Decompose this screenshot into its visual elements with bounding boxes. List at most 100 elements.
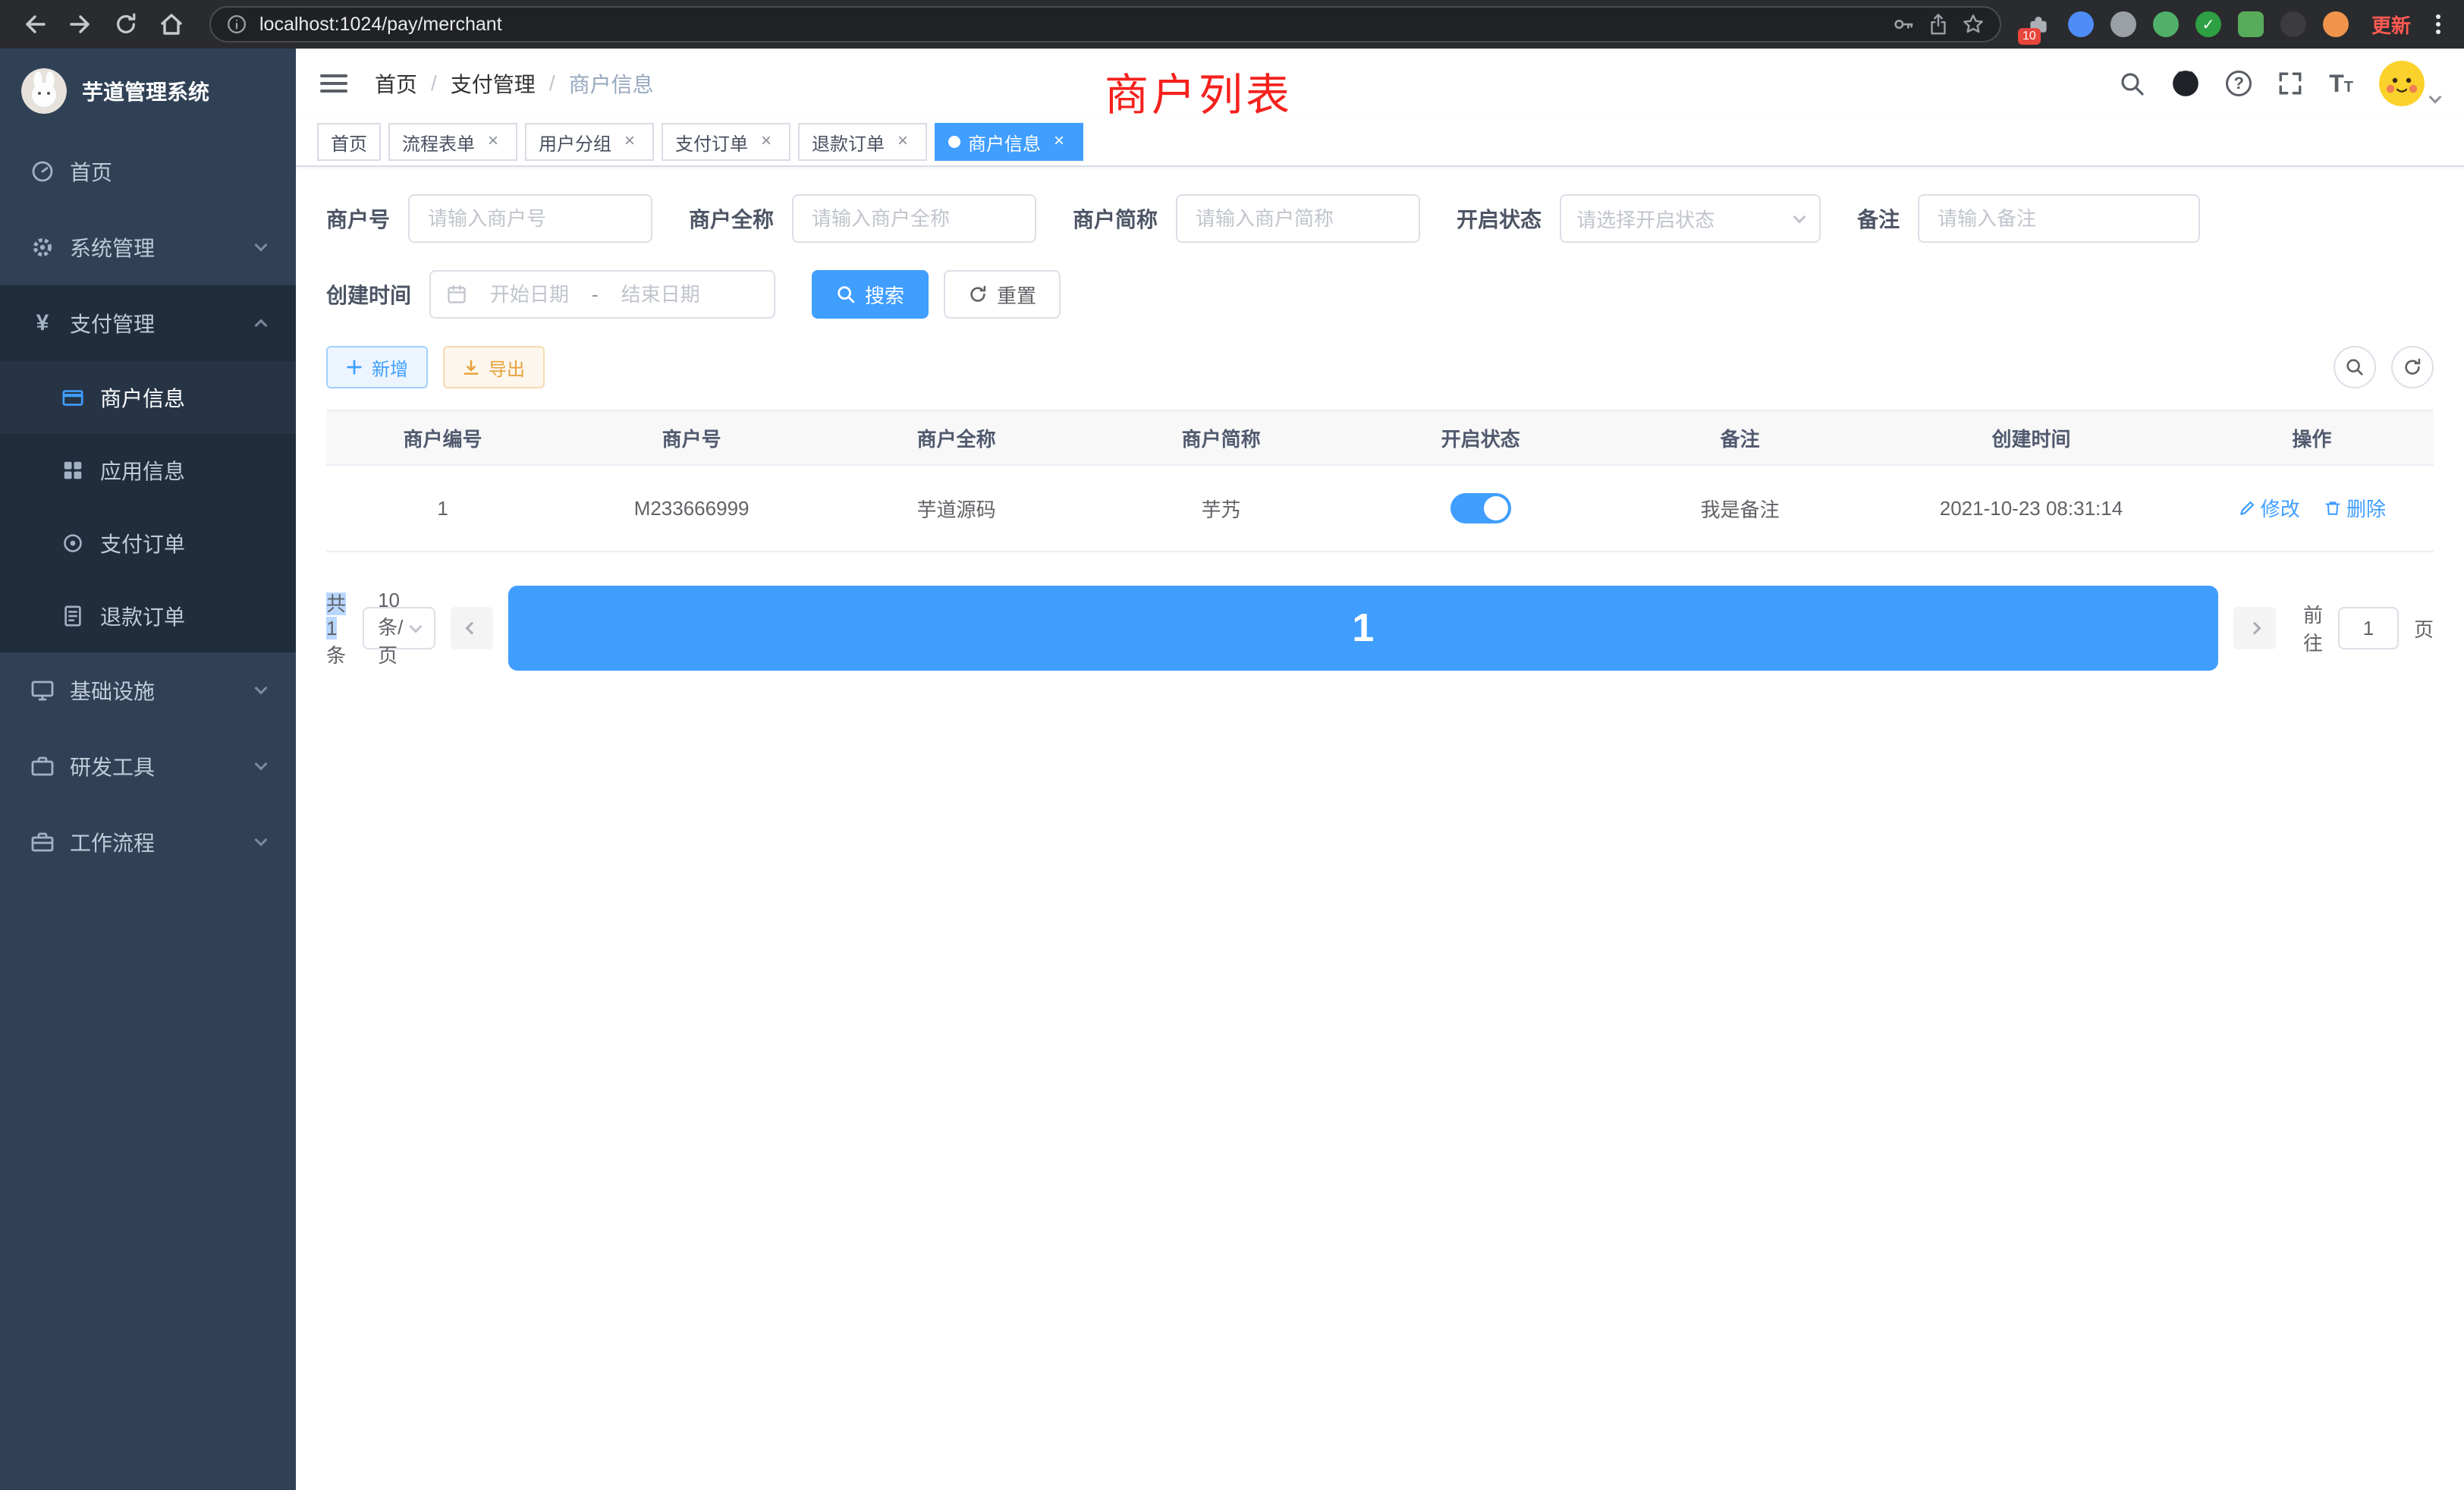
tag-user-group[interactable]: 用户分组 × bbox=[525, 123, 654, 161]
refresh-table-button[interactable] bbox=[2391, 346, 2434, 388]
sidebar: 芋道管理系统 首页 系统管理 ¥ 支付管理 商户信息 bbox=[0, 49, 296, 1490]
close-icon[interactable]: × bbox=[482, 131, 504, 152]
close-icon[interactable]: × bbox=[756, 131, 777, 152]
field-label: 开启状态 bbox=[1457, 203, 1542, 234]
status-select[interactable]: 请选择开启状态 bbox=[1560, 194, 1821, 243]
tag-home[interactable]: 首页 bbox=[317, 123, 381, 161]
extension-icon-dark[interactable] bbox=[2280, 11, 2306, 37]
extensions-puzzle-icon[interactable]: 10 bbox=[2026, 11, 2051, 37]
merchant-no-input[interactable] bbox=[408, 194, 652, 243]
toolbox-icon bbox=[30, 754, 55, 778]
column-header: 商户编号 bbox=[326, 410, 559, 465]
breadcrumb-home[interactable]: 首页 bbox=[375, 68, 417, 99]
close-icon[interactable]: × bbox=[892, 131, 913, 152]
back-button[interactable] bbox=[15, 5, 55, 44]
yen-icon: ¥ bbox=[30, 310, 55, 336]
filter-row-2: 创建时间 - 搜索 重置 bbox=[326, 270, 2434, 319]
sidebar-item-app-info[interactable]: 应用信息 bbox=[0, 434, 296, 507]
table-header-row: 商户编号 商户号 商户全称 商户简称 开启状态 备注 创建时间 操作 bbox=[326, 410, 2434, 465]
button-label: 搜索 bbox=[865, 281, 904, 309]
extension-icon-gray[interactable] bbox=[2110, 11, 2136, 37]
date-range-picker[interactable]: - bbox=[429, 270, 775, 319]
next-page-button[interactable] bbox=[2233, 607, 2276, 649]
reload-icon bbox=[113, 11, 139, 37]
end-date-input[interactable] bbox=[605, 283, 717, 306]
sidebar-item-dev-tools[interactable]: 研发工具 bbox=[0, 728, 296, 804]
short-name-input[interactable] bbox=[1176, 194, 1420, 243]
sidebar-item-system[interactable]: 系统管理 bbox=[0, 209, 296, 285]
collapse-sidebar-icon[interactable] bbox=[320, 74, 347, 93]
chevron-down-icon bbox=[255, 834, 268, 847]
chevron-down-icon bbox=[255, 239, 268, 252]
user-avatar[interactable] bbox=[2379, 61, 2440, 106]
start-date-input[interactable] bbox=[473, 283, 586, 306]
bookmark-star-icon[interactable] bbox=[1962, 13, 1985, 36]
gear-icon bbox=[30, 235, 55, 259]
close-icon[interactable]: × bbox=[1048, 131, 1070, 152]
search-button[interactable]: 搜索 bbox=[812, 270, 929, 319]
extension-icon-check[interactable]: ✓ bbox=[2195, 11, 2221, 37]
app-logo: 芋道管理系统 bbox=[0, 49, 296, 134]
refresh-icon bbox=[2403, 357, 2422, 377]
tag-merchant-info[interactable]: 商户信息 × bbox=[935, 123, 1083, 161]
forward-button[interactable] bbox=[61, 5, 100, 44]
chevron-left-icon bbox=[465, 622, 478, 635]
add-button[interactable]: 新增 bbox=[326, 346, 428, 388]
reset-button[interactable]: 重置 bbox=[944, 270, 1061, 319]
column-header: 商户全称 bbox=[824, 410, 1089, 465]
extension-icon-orange[interactable] bbox=[2323, 11, 2349, 37]
tag-pay-order[interactable]: 支付订单 × bbox=[662, 123, 790, 161]
cell-short-name: 芋艿 bbox=[1089, 465, 1353, 552]
download-icon bbox=[463, 359, 479, 376]
help-icon[interactable]: ? bbox=[2226, 71, 2252, 96]
breadcrumb-separator: / bbox=[549, 71, 555, 96]
total-tail: 条 bbox=[326, 644, 346, 667]
sidebar-item-pay-order[interactable]: 支付订单 bbox=[0, 507, 296, 580]
prev-page-button[interactable] bbox=[451, 607, 493, 649]
page-number-button[interactable]: 1 bbox=[508, 586, 2218, 671]
sidebar-item-workflow[interactable]: 工作流程 bbox=[0, 804, 296, 880]
chevron-right-icon bbox=[2248, 622, 2261, 635]
sidebar-item-infra[interactable]: 基础设施 bbox=[0, 652, 296, 728]
address-bar[interactable]: localhost:1024/pay/merchant bbox=[209, 6, 2001, 42]
extension-icon-blue[interactable] bbox=[2068, 11, 2094, 37]
remark-input[interactable] bbox=[1918, 194, 2200, 243]
extension-icon-green-square[interactable] bbox=[2238, 11, 2264, 37]
total-highlight: 共 1 bbox=[326, 593, 346, 640]
extension-icon-green[interactable] bbox=[2153, 11, 2179, 37]
delete-button[interactable]: 删除 bbox=[2324, 494, 2386, 522]
goto-page-input[interactable] bbox=[2338, 607, 2399, 649]
caret-down-icon bbox=[2429, 91, 2442, 104]
breadcrumb-payment[interactable]: 支付管理 bbox=[451, 68, 536, 99]
password-key-icon[interactable] bbox=[1892, 13, 1915, 36]
sidebar-item-merchant-info[interactable]: 商户信息 bbox=[0, 361, 296, 434]
chrome-update-button[interactable]: 更新 bbox=[2371, 11, 2411, 39]
page-annotation: 商户列表 bbox=[1105, 59, 1293, 123]
export-button[interactable]: 导出 bbox=[443, 346, 545, 388]
page-size-select[interactable]: 10条/页 bbox=[363, 607, 435, 649]
reload-button[interactable] bbox=[106, 5, 146, 44]
full-name-input[interactable] bbox=[792, 194, 1036, 243]
show-search-toggle-button[interactable] bbox=[2334, 346, 2376, 388]
button-label: 导出 bbox=[489, 354, 525, 381]
browser-menu-kebab-icon[interactable] bbox=[2428, 8, 2449, 40]
search-icon[interactable] bbox=[2118, 70, 2145, 97]
home-button[interactable] bbox=[152, 5, 191, 44]
site-info-icon[interactable] bbox=[226, 14, 247, 35]
field-label: 商户全称 bbox=[689, 203, 774, 234]
fullscreen-icon[interactable] bbox=[2277, 71, 2303, 96]
github-icon[interactable] bbox=[2171, 69, 2200, 98]
tag-refund-order[interactable]: 退款订单 × bbox=[798, 123, 927, 161]
chevron-down-icon bbox=[255, 682, 268, 695]
sidebar-item-payment[interactable]: ¥ 支付管理 bbox=[0, 285, 296, 361]
cell-create-time: 2021-10-23 08:31:14 bbox=[1872, 465, 2190, 552]
share-icon[interactable] bbox=[1927, 13, 1950, 36]
font-size-icon[interactable]: TT bbox=[2329, 71, 2353, 96]
sidebar-item-home[interactable]: 首页 bbox=[0, 134, 296, 209]
edit-button[interactable]: 修改 bbox=[2238, 494, 2300, 522]
close-icon[interactable]: × bbox=[619, 131, 640, 152]
status-toggle[interactable] bbox=[1450, 493, 1511, 523]
sidebar-item-refund-order[interactable]: 退款订单 bbox=[0, 580, 296, 652]
column-header: 商户简称 bbox=[1089, 410, 1353, 465]
tag-process-form[interactable]: 流程表单 × bbox=[388, 123, 517, 161]
